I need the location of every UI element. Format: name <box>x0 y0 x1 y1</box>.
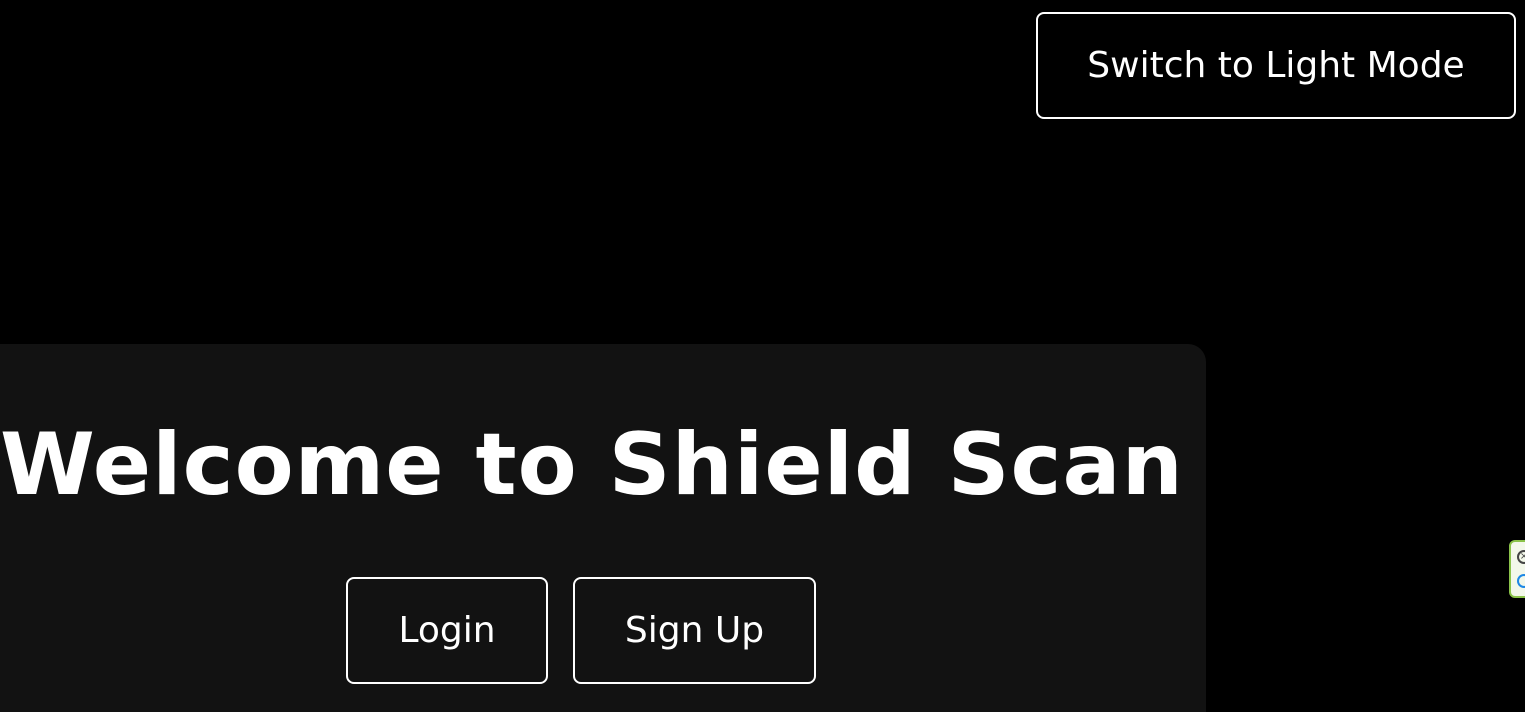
extension-widget[interactable]: × <box>1509 540 1525 598</box>
login-button[interactable]: Login <box>346 577 548 684</box>
close-icon[interactable]: × <box>1517 550 1525 564</box>
page: Switch to Light Mode Welcome to Shield S… <box>0 0 1525 712</box>
extension-logo-icon[interactable] <box>1517 574 1525 588</box>
page-title: Welcome to Shield Scan <box>0 415 1184 515</box>
theme-toggle-button[interactable]: Switch to Light Mode <box>1036 12 1516 119</box>
signup-button[interactable]: Sign Up <box>573 577 816 684</box>
